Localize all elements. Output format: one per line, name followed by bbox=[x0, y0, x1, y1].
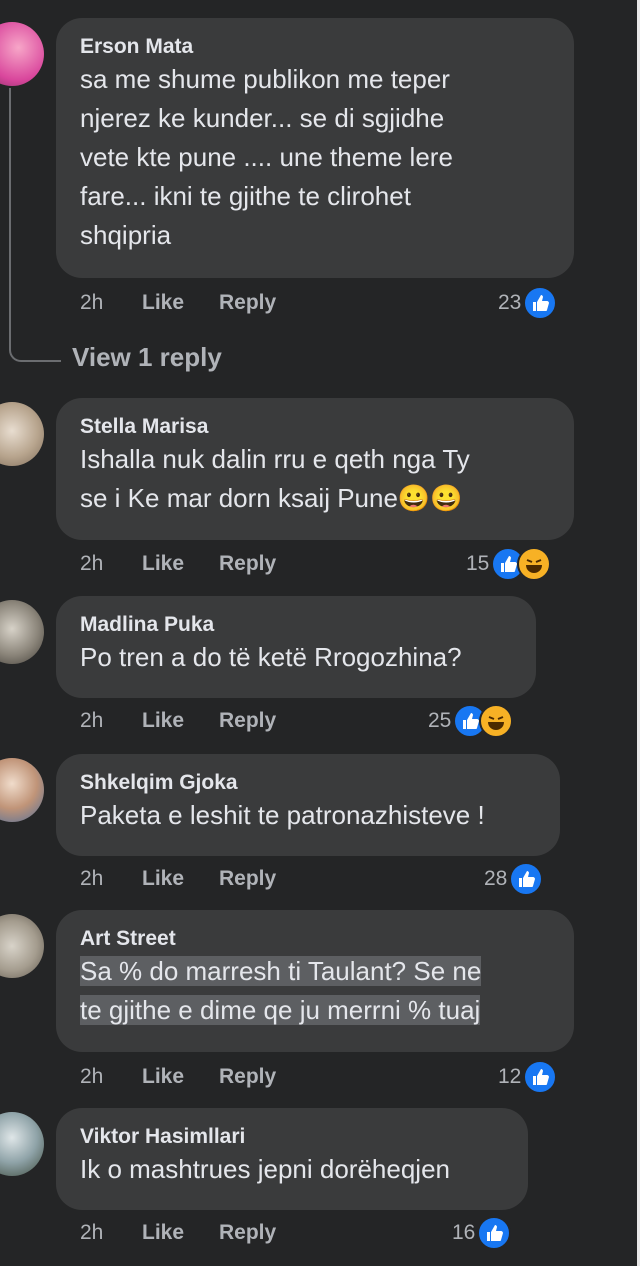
comment-text: Paketa e leshit te patronazhisteve ! bbox=[80, 800, 485, 830]
comment-text: Sa % do marresh ti Taulant? Se ne te gji… bbox=[80, 952, 550, 1030]
comment-bubble: Viktor Hasimllari Ik o mashtrues jepni d… bbox=[56, 1108, 528, 1210]
comment-text: Po tren a do të ketë Rrogozhina? bbox=[80, 642, 462, 672]
comment-time[interactable]: 2h bbox=[80, 867, 142, 891]
reply-button[interactable]: Reply bbox=[219, 709, 276, 733]
comment-text: sa me shume publikon me teper njerez ke … bbox=[80, 64, 453, 250]
haha-icon bbox=[479, 704, 514, 738]
comment-author[interactable]: Art Street bbox=[80, 926, 550, 952]
view-replies-link[interactable]: View 1 reply bbox=[72, 342, 222, 373]
like-icon bbox=[509, 862, 544, 896]
comment-time[interactable]: 2h bbox=[80, 709, 142, 733]
comment-time[interactable]: 2h bbox=[80, 291, 142, 315]
comment-bubble: Madlina Puka Po tren a do të ketë Rrogoz… bbox=[56, 596, 536, 698]
avatar[interactable] bbox=[0, 1112, 44, 1176]
like-button[interactable]: Like bbox=[142, 1221, 219, 1245]
reaction-summary[interactable]: 15 bbox=[466, 545, 552, 583]
reply-thread-line bbox=[9, 88, 61, 362]
comment-author[interactable]: Stella Marisa bbox=[80, 414, 550, 440]
comment-actions: 2h Like Reply bbox=[80, 288, 276, 318]
reaction-summary[interactable]: 12 bbox=[498, 1058, 558, 1096]
comment-bubble: Shkelqim Gjoka Paketa e leshit te patron… bbox=[56, 754, 560, 856]
reply-button[interactable]: Reply bbox=[219, 1221, 276, 1245]
like-button[interactable]: Like bbox=[142, 709, 219, 733]
reply-button[interactable]: Reply bbox=[219, 291, 276, 315]
like-button[interactable]: Like bbox=[142, 291, 219, 315]
comment-time[interactable]: 2h bbox=[80, 1221, 142, 1245]
like-icon bbox=[477, 1216, 512, 1250]
reply-button[interactable]: Reply bbox=[219, 1065, 276, 1089]
avatar[interactable] bbox=[0, 402, 44, 466]
comment-time[interactable]: 2h bbox=[80, 552, 142, 576]
reaction-summary[interactable]: 28 bbox=[484, 860, 544, 898]
haha-icon bbox=[517, 547, 552, 581]
like-button[interactable]: Like bbox=[142, 1065, 219, 1089]
comment-actions: 2h Like Reply bbox=[80, 1062, 276, 1092]
selected-text: Sa % do marresh ti Taulant? Se ne te gji… bbox=[80, 956, 482, 1025]
comment-actions: 2h Like Reply bbox=[80, 706, 276, 736]
avatar[interactable] bbox=[0, 914, 44, 978]
comment-author[interactable]: Madlina Puka bbox=[80, 612, 512, 638]
comment-bubble: Erson Mata sa me shume publikon me teper… bbox=[56, 18, 574, 278]
like-icon bbox=[523, 1060, 558, 1094]
reply-button[interactable]: Reply bbox=[219, 552, 276, 576]
reaction-summary[interactable]: 23 bbox=[498, 284, 558, 322]
reply-button[interactable]: Reply bbox=[219, 867, 276, 891]
avatar[interactable] bbox=[0, 758, 44, 822]
comment-actions: 2h Like Reply bbox=[80, 1218, 276, 1248]
comment-actions: 2h Like Reply bbox=[80, 549, 276, 579]
reaction-count: 25 bbox=[428, 709, 452, 732]
comment-text: Ishalla nuk dalin rru e qeth nga Ty se i… bbox=[80, 444, 470, 513]
comment-text: Ik o mashtrues jepni dorëheqjen bbox=[80, 1154, 451, 1184]
reaction-count: 12 bbox=[498, 1065, 522, 1088]
avatar[interactable] bbox=[0, 600, 44, 664]
avatar[interactable] bbox=[0, 22, 44, 86]
reaction-summary[interactable]: 16 bbox=[452, 1214, 512, 1252]
comment-author[interactable]: Shkelqim Gjoka bbox=[80, 770, 536, 796]
comment-time[interactable]: 2h bbox=[80, 1065, 142, 1089]
reaction-count: 15 bbox=[466, 552, 490, 575]
like-icon bbox=[523, 286, 558, 320]
comment-actions: 2h Like Reply bbox=[80, 864, 276, 894]
reaction-summary[interactable]: 25 bbox=[428, 702, 514, 740]
comment-author[interactable]: Erson Mata bbox=[80, 34, 550, 60]
like-button[interactable]: Like bbox=[142, 552, 219, 576]
reaction-count: 23 bbox=[498, 291, 522, 314]
like-button[interactable]: Like bbox=[142, 867, 219, 891]
reaction-count: 16 bbox=[452, 1221, 476, 1244]
comment-bubble: Art Street Sa % do marresh ti Taulant? S… bbox=[56, 910, 574, 1052]
reaction-count: 28 bbox=[484, 867, 508, 890]
comment-bubble: Stella Marisa Ishalla nuk dalin rru e qe… bbox=[56, 398, 574, 540]
comment-author[interactable]: Viktor Hasimllari bbox=[80, 1124, 504, 1150]
